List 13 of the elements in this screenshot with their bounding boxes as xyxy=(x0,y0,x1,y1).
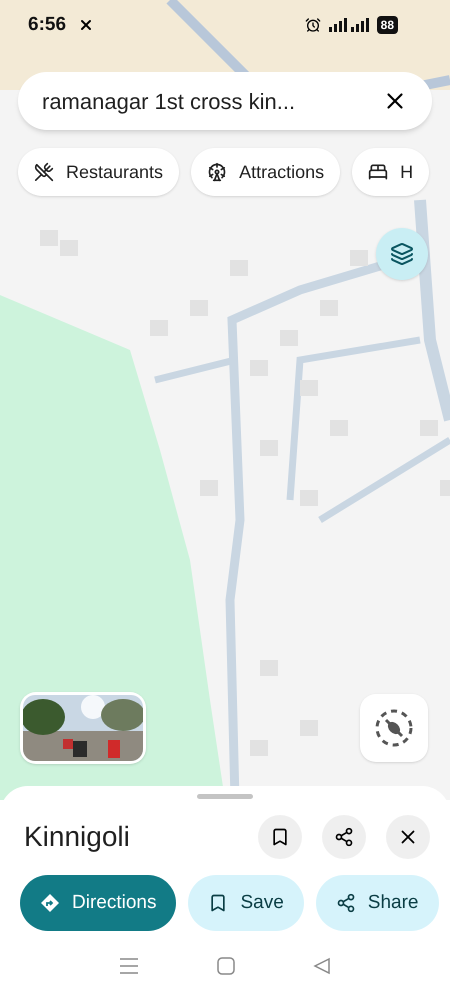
save-button[interactable] xyxy=(258,815,302,859)
share-icon xyxy=(334,827,354,847)
home-icon[interactable] xyxy=(217,956,235,974)
action-button[interactable]: Save xyxy=(188,875,304,931)
share-icon xyxy=(336,893,356,913)
close-button[interactable] xyxy=(386,815,430,859)
back-icon[interactable] xyxy=(313,956,331,974)
directions-icon xyxy=(40,893,60,913)
action-button[interactable]: Share xyxy=(316,875,438,931)
place-title: Kinnigoli xyxy=(24,820,131,854)
recent-apps-icon[interactable] xyxy=(119,956,139,974)
share-button[interactable] xyxy=(322,815,366,859)
action-button[interactable]: Directions xyxy=(20,875,176,931)
